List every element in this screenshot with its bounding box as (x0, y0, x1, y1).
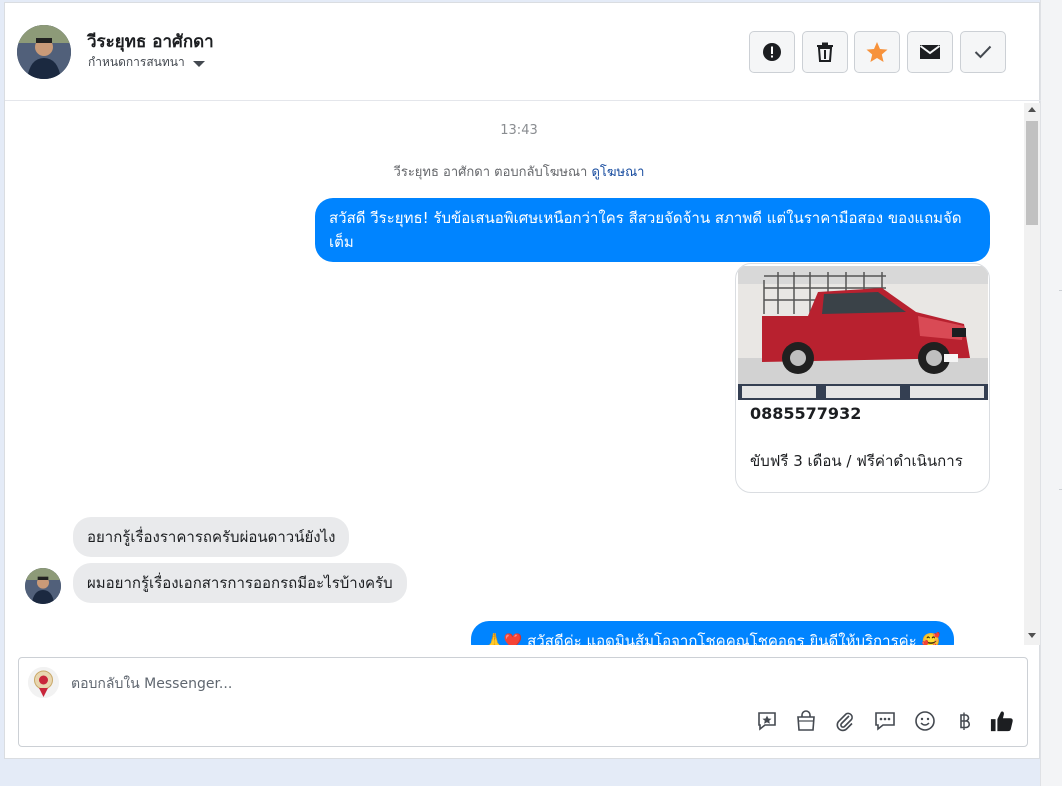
shop-button[interactable] (794, 709, 818, 733)
ad-description: ขับฟรี 3 เดือน / ฟรีค่าดำเนินการ (750, 452, 963, 470)
caret-down-icon (192, 60, 205, 67)
message-text: 🙏❤️ สวัสดีค่ะ แอดมินส้มโอจากโชคคูณโชคอดร… (485, 632, 941, 645)
conversation-settings-label: กำหนดการสนทนา (88, 55, 185, 69)
contact-name[interactable]: วีระยุทธ อาศักดา (87, 28, 214, 55)
contact-avatar[interactable] (17, 25, 71, 79)
message-thread[interactable]: 13:43 วีระยุทธ อาศักดา ตอบกลับโฆษณา ดูโฆ… (19, 103, 1025, 645)
message-composer (18, 657, 1028, 747)
quick-reply-button[interactable] (873, 709, 897, 733)
scroll-up-arrow-icon[interactable] (1028, 107, 1036, 112)
incoming-message: อยากรู้เรื่องราคารถครับผ่อนดาวน์ยังไง (73, 517, 350, 557)
emoji-button[interactable] (913, 709, 937, 733)
star-icon (866, 42, 888, 62)
ad-phone-number: 0885577932 (750, 404, 862, 423)
email-button[interactable] (907, 31, 953, 73)
ad-reply-text: วีระยุทธ อาศักดา ตอบกลับโฆษณา (393, 165, 588, 180)
page-avatar (28, 667, 59, 698)
scroll-thumb[interactable] (1026, 121, 1038, 225)
reply-input[interactable] (71, 672, 971, 696)
outgoing-message: 🙏❤️ สวัสดีค่ะ แอดมินส้มโอจากโชคคูณโชคอดร… (471, 621, 955, 645)
conversation-header: วีระยุทธ อาศักดา กำหนดการสนทนา (5, 3, 1041, 101)
conversation-settings-dropdown[interactable]: กำหนดการสนทนา (88, 53, 205, 72)
message-text: อยากรู้เรื่องราคารถครับผ่อนดาวน์ยังไง (87, 528, 336, 546)
message-text: สวัสดี วีระยุทธ! รับข้อเสนอพิเศษเหนือกว่… (329, 209, 962, 251)
like-button[interactable] (990, 709, 1014, 733)
baht-icon (960, 712, 970, 730)
outgoing-message: สวัสดี วีระยุทธ! รับข้อเสนอพิเศษเหนือกว่… (315, 198, 990, 262)
message-timestamp: 13:43 (500, 123, 538, 138)
message-text: ผมอยากรู้เรื่องเอกสารการออกรถมีอะไรบ้างค… (87, 574, 393, 592)
ad-card[interactable]: 0885577932 ขับฟรี 3 เดือน / ฟรีค่าดำเนิน… (735, 263, 990, 493)
envelope-icon (919, 45, 941, 59)
payment-button[interactable] (952, 709, 976, 733)
shopping-bag-icon (797, 710, 815, 731)
alert-icon (763, 43, 781, 61)
thumbs-up-icon (990, 711, 1013, 732)
incoming-message: ผมอยากรู้เรื่องเอกสารการออกรถมีอะไรบ้างค… (73, 563, 407, 603)
thread-scrollbar[interactable] (1024, 103, 1040, 645)
right-side-strip (1040, 0, 1062, 786)
chat-bubble-icon (875, 712, 895, 731)
paperclip-icon (836, 712, 853, 732)
smiley-icon (915, 711, 935, 731)
star-button[interactable] (854, 31, 900, 73)
attach-button[interactable] (833, 709, 857, 733)
report-button[interactable] (749, 31, 795, 73)
ad-image-car[interactable] (738, 266, 988, 400)
trash-icon (817, 42, 833, 62)
checkmark-icon (974, 45, 992, 59)
saved-replies-button[interactable] (755, 709, 779, 733)
view-ad-link[interactable]: ดูโฆษณา (591, 165, 644, 180)
saved-reply-star-icon (758, 712, 776, 731)
scroll-down-arrow-icon[interactable] (1028, 633, 1036, 638)
conversation-panel: วีระยุทธ อาศักดา กำหนดการสนทนา 13:43 วีร… (4, 2, 1041, 759)
ad-reply-notice: วีระยุทธ อาศักดา ตอบกลับโฆษณา ดูโฆษณา (19, 161, 1019, 182)
contact-avatar-small[interactable] (25, 568, 61, 604)
mark-done-button[interactable] (960, 31, 1006, 73)
delete-button[interactable] (802, 31, 848, 73)
